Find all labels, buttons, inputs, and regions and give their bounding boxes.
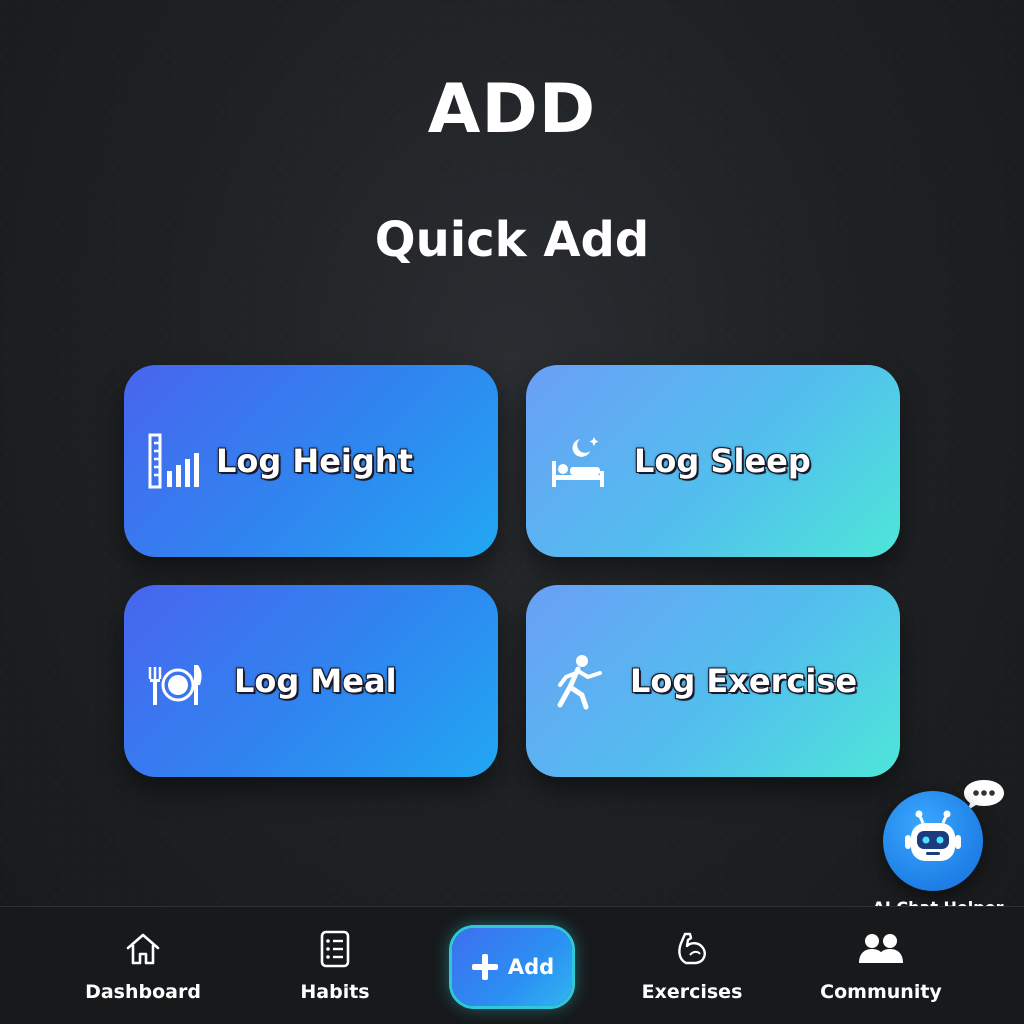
- nav-community[interactable]: Community: [796, 929, 966, 1019]
- log-meal-label: Log Meal: [234, 662, 397, 700]
- log-sleep-label: Log Sleep: [634, 442, 811, 480]
- people-icon: [859, 934, 903, 963]
- ai-chat-helper[interactable]: AI Chat Helper: [868, 778, 1008, 918]
- bed-moon-icon: [552, 437, 604, 487]
- nav-dashboard-label: Dashboard: [85, 981, 201, 1003]
- log-height-button[interactable]: Log Height: [124, 365, 498, 557]
- plus-icon: [471, 954, 498, 980]
- log-exercise-button[interactable]: Log Exercise: [526, 585, 900, 777]
- height-chart-icon: [148, 433, 199, 489]
- flexed-arm-icon: [678, 932, 706, 965]
- page-title: ADD: [427, 70, 597, 149]
- nav-habits-label: Habits: [300, 981, 370, 1003]
- home-icon: [126, 933, 160, 965]
- nav-habits[interactable]: Habits: [250, 929, 420, 1019]
- nav-community-label: Community: [820, 981, 942, 1003]
- plate-cutlery-icon: [148, 665, 202, 705]
- log-exercise-label: Log Exercise: [630, 662, 858, 700]
- log-meal-button[interactable]: Log Meal: [124, 585, 498, 777]
- nav-exercises-label: Exercises: [641, 981, 743, 1003]
- robot-icon: [905, 810, 961, 861]
- nav-dashboard[interactable]: Dashboard: [58, 929, 228, 1019]
- checklist-icon: [320, 930, 350, 968]
- log-height-label: Log Height: [216, 442, 413, 480]
- add-button-label: Add: [507, 955, 555, 979]
- quick-add-title: Quick Add: [374, 212, 650, 268]
- nav-exercises[interactable]: Exercises: [607, 929, 777, 1019]
- log-sleep-button[interactable]: Log Sleep: [526, 365, 900, 557]
- add-button[interactable]: Add: [452, 928, 572, 1006]
- ai-chat-button[interactable]: [883, 791, 983, 891]
- running-person-icon: [557, 655, 602, 710]
- add-screen: ADD Quick Add Log Height Log Sleep Log M…: [0, 0, 1024, 1024]
